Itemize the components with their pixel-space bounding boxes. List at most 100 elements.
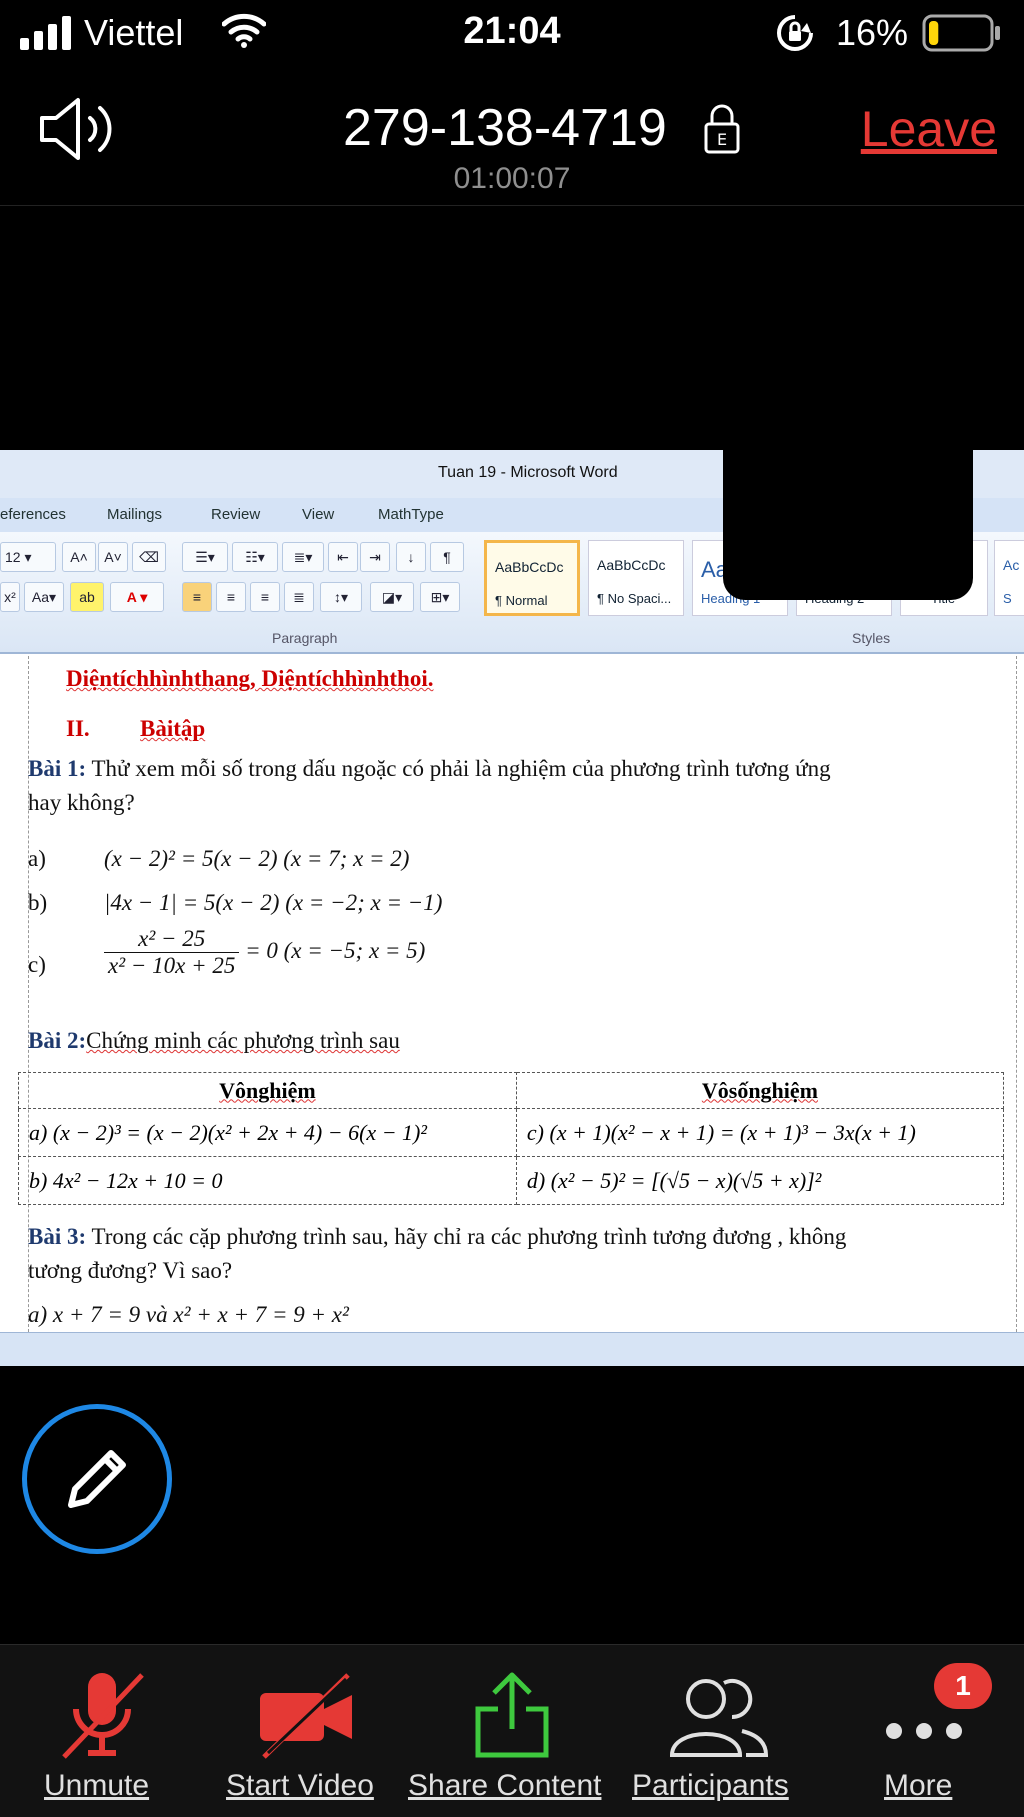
bai3-line: Bài 3: Trong các cặp phương trình sau, h… bbox=[28, 1224, 846, 1250]
item-c-label: c) bbox=[28, 952, 46, 977]
participants-label: Participants bbox=[632, 1769, 789, 1802]
style-name: S bbox=[1003, 591, 1012, 606]
shading-icon[interactable]: ◪▾ bbox=[370, 582, 414, 612]
word-status-bar bbox=[0, 1332, 1024, 1366]
meeting-id: 279-138-4719 bbox=[343, 99, 667, 157]
bai3-text: Trong các cặp phương trình sau, hãy chỉ … bbox=[91, 1224, 847, 1249]
superscript-button[interactable]: x² bbox=[0, 582, 20, 612]
bai1-text-cont: hay không? bbox=[28, 790, 135, 815]
group-styles: Styles bbox=[852, 630, 891, 646]
item-c-equation: x² − 25 x² − 10x + 25 = 0 (x = −5; x = 5… bbox=[104, 926, 425, 979]
table-cell: c) (x + 1)(x² − x + 1) = (x + 1)³ − 3x(x… bbox=[515, 1108, 1005, 1157]
tab-mathtype[interactable]: MathType bbox=[378, 506, 444, 523]
style-preview: Ac bbox=[1003, 557, 1020, 573]
pencil-icon bbox=[68, 1450, 126, 1508]
highlight-icon[interactable]: ab bbox=[70, 582, 104, 612]
bai2-label: Bài 2: bbox=[28, 1028, 87, 1053]
more-label: More bbox=[884, 1769, 953, 1802]
table-cell: b) 4x² − 12x + 10 = 0 bbox=[18, 1156, 517, 1205]
start-video-label: Start Video bbox=[226, 1769, 374, 1802]
section-number: II. bbox=[66, 716, 90, 741]
style-preview: AaBbCcDc bbox=[495, 559, 564, 575]
borders-icon[interactable]: ⊞▾ bbox=[420, 582, 460, 612]
font-color-icon[interactable]: A ▾ bbox=[110, 582, 164, 612]
bai2-line: Bài 2:Chứng minh các phương trình sau bbox=[28, 1028, 400, 1054]
align-center-icon[interactable]: ≡ bbox=[216, 582, 246, 612]
line-spacing-icon[interactable]: ↕▾ bbox=[320, 582, 362, 612]
bai3-label: Bài 3: bbox=[28, 1224, 87, 1249]
decrease-indent-icon[interactable]: ⇤ bbox=[328, 542, 358, 572]
item-b-equation: |4x − 1| = 5(x − 2) (x = −2; x = −1) bbox=[104, 890, 443, 915]
video-overlay bbox=[723, 450, 973, 600]
align-left-icon[interactable]: ≡ bbox=[182, 582, 212, 612]
item-c-numerator: x² − 25 bbox=[104, 926, 240, 953]
grow-font-button[interactable]: A˄ bbox=[62, 542, 96, 572]
shrink-font-button[interactable]: A˅ bbox=[98, 542, 128, 572]
shared-screen: Tuan 19 - Microsoft Word eferences Maili… bbox=[0, 450, 1024, 1366]
meeting-duration: 01:00:07 bbox=[453, 162, 571, 195]
clear-format-icon[interactable]: ⌫ bbox=[132, 542, 166, 572]
numbering-icon[interactable]: ☷▾ bbox=[232, 542, 278, 572]
font-size-select[interactable]: 12 ▾ bbox=[0, 542, 56, 572]
battery-icon bbox=[922, 14, 1000, 52]
meeting-header: 279-138-4719 E Leave 01:00:07 bbox=[0, 66, 1024, 206]
style-normal[interactable]: AaBbCcDc ¶ Normal bbox=[484, 540, 580, 616]
participants-icon bbox=[669, 1679, 769, 1757]
header-no-solution: Vônghiệm bbox=[18, 1072, 517, 1109]
padlock-icon: E bbox=[704, 104, 740, 154]
group-paragraph: Paragraph bbox=[272, 630, 338, 646]
leave-button[interactable]: Leave bbox=[861, 100, 997, 158]
style-subtitle[interactable]: Ac S bbox=[994, 540, 1024, 616]
share-upload-icon bbox=[475, 1672, 549, 1758]
unmute-button[interactable]: Unmute bbox=[0, 1645, 200, 1817]
item-a-label: a) bbox=[28, 846, 46, 871]
change-case-button[interactable]: Aa▾ bbox=[24, 582, 64, 612]
unmute-label: Unmute bbox=[44, 1769, 150, 1802]
rotation-lock-icon bbox=[777, 15, 813, 51]
tab-review[interactable]: Review bbox=[211, 506, 260, 523]
status-bar: Viettel 21:04 16% bbox=[0, 0, 1024, 66]
bai1-line: Bài 1: Thử xem mỗi số trong dấu ngoặc có… bbox=[28, 756, 831, 782]
item-c-fraction: x² − 25 x² − 10x + 25 bbox=[104, 926, 240, 979]
equation-table: Vônghiệm Vôsốnghiệm a) (x − 2)³ = (x − 2… bbox=[18, 1072, 1005, 1205]
style-name: ¶ No Spaci... bbox=[597, 591, 672, 606]
pilcrow-icon[interactable]: ¶ bbox=[430, 542, 464, 572]
start-video-button[interactable]: Start Video bbox=[216, 1645, 396, 1817]
tab-view[interactable]: View bbox=[302, 506, 334, 523]
item-b-label: b) bbox=[28, 890, 48, 915]
bai3-text-cont: tương đương? Vì sao? bbox=[28, 1258, 233, 1283]
sort-icon[interactable]: ↓ bbox=[396, 542, 426, 572]
document-page: Diệntíchhìnhthang, Diệntíchhìnhthoi. II.… bbox=[0, 656, 1024, 1332]
battery-percent: 16% bbox=[836, 12, 909, 53]
justify-icon[interactable]: ≣ bbox=[284, 582, 314, 612]
annotate-button[interactable] bbox=[22, 1404, 172, 1554]
bai3-item-a: a) x + 7 = 9 và x² + x + 7 = 9 + x² bbox=[28, 1302, 349, 1327]
speaker-icon[interactable] bbox=[38, 96, 120, 162]
align-right-icon[interactable]: ≡ bbox=[250, 582, 280, 612]
microphone-muted-icon bbox=[62, 1673, 144, 1759]
bai1-label: Bài 1: bbox=[28, 756, 87, 781]
font-size-value: 12 bbox=[5, 549, 21, 565]
svg-text:E: E bbox=[717, 130, 727, 149]
video-off-icon bbox=[260, 1673, 352, 1759]
item-c-rest: = 0 (x = −5; x = 5) bbox=[245, 937, 426, 963]
style-name: ¶ Normal bbox=[495, 593, 548, 608]
table-row: b) 4x² − 12x + 10 = 0 d) (x² − 5)² = [(√… bbox=[18, 1156, 1005, 1205]
share-content-label: Share Content bbox=[408, 1769, 602, 1802]
style-no-spacing[interactable]: AaBbCcDc ¶ No Spaci... bbox=[588, 540, 684, 616]
bai1-text: Thử xem mỗi số trong dấu ngoặc có phải l… bbox=[91, 756, 831, 781]
tab-references[interactable]: eferences bbox=[0, 506, 66, 523]
item-c-denominator: x² − 10x + 25 bbox=[108, 953, 236, 978]
window-title: Tuan 19 - Microsoft Word bbox=[438, 464, 618, 481]
table-row: a) (x − 2)³ = (x − 2)(x² + 2x + 4) − 6(x… bbox=[18, 1108, 1005, 1157]
bullets-icon[interactable]: ☰▾ bbox=[182, 542, 228, 572]
tab-mailings[interactable]: Mailings bbox=[107, 506, 162, 523]
header-infinite-solutions: Vôsốnghiệm bbox=[515, 1072, 1005, 1109]
multilevel-list-icon[interactable]: ≣▾ bbox=[282, 542, 324, 572]
increase-indent-icon[interactable]: ⇥ bbox=[360, 542, 390, 572]
page-margin-right bbox=[1016, 656, 1017, 1332]
notification-badge: 1 bbox=[934, 1663, 992, 1709]
table-cell: d) (x² − 5)² = [(√5 − x)(√5 + x)]² bbox=[515, 1156, 1005, 1205]
share-content-button[interactable]: Share Content bbox=[406, 1645, 616, 1817]
participants-button[interactable]: Participants bbox=[630, 1645, 806, 1817]
